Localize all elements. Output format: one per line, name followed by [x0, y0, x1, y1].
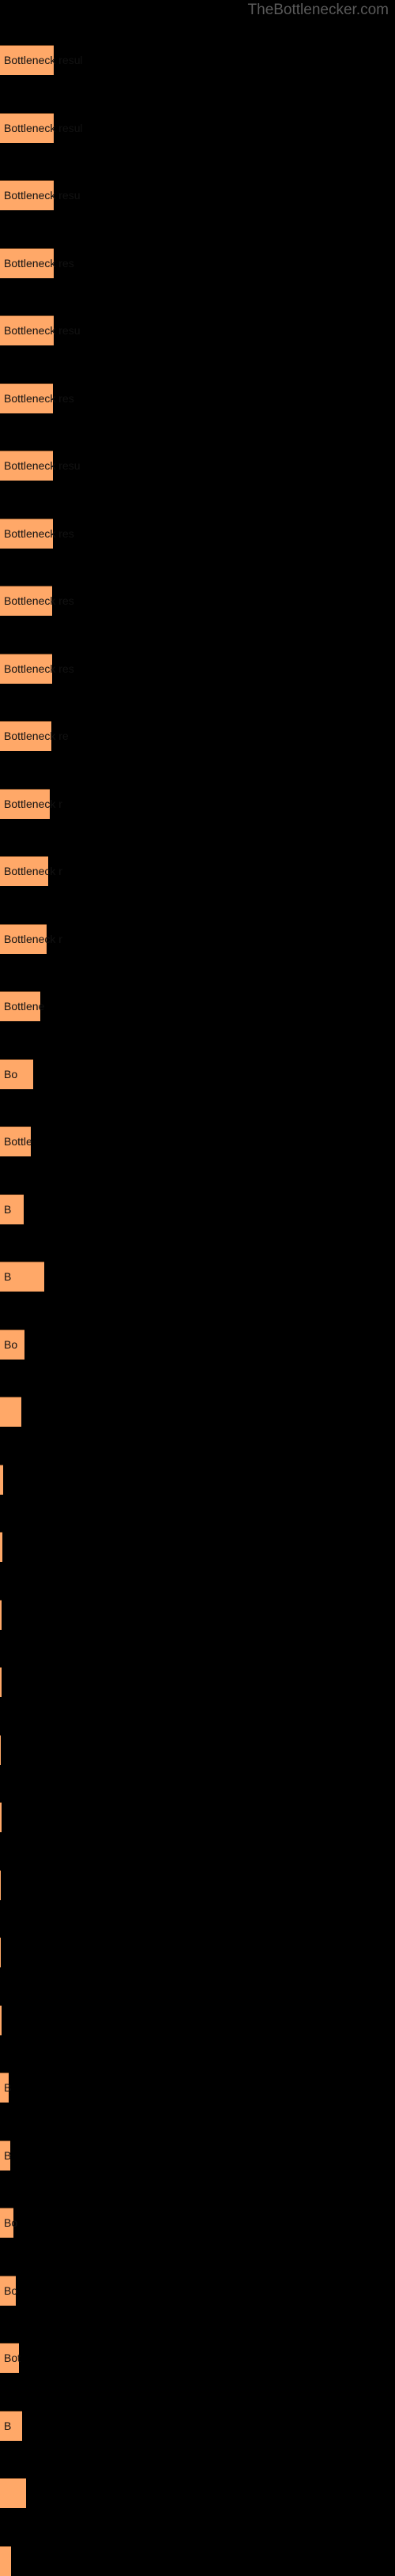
bar — [0, 788, 51, 819]
bar — [0, 1464, 4, 1495]
bar — [0, 1397, 21, 1427]
bar — [0, 1532, 3, 1562]
bar — [0, 586, 53, 616]
bar — [0, 2410, 22, 2441]
bar — [0, 2343, 20, 2373]
bar — [0, 383, 54, 413]
bar — [0, 1667, 2, 1697]
bar — [0, 653, 53, 684]
bar — [0, 1734, 2, 1765]
bar — [0, 1262, 45, 1292]
bar — [0, 2005, 2, 2035]
bar — [0, 1329, 24, 1360]
bar — [0, 991, 40, 1021]
bar — [0, 923, 47, 954]
bar — [0, 721, 52, 751]
bar — [0, 1126, 31, 1156]
bar — [0, 247, 55, 278]
bar — [0, 45, 55, 75]
bar — [0, 1058, 33, 1089]
bar — [0, 1937, 2, 1967]
bar — [0, 1869, 2, 1900]
bottleneck-bar-chart: TheBottlenecker.com Bottleneck resul Bott… — [0, 0, 395, 2576]
bar — [0, 2140, 11, 2171]
bar — [0, 315, 55, 345]
bar — [0, 451, 54, 481]
bar — [0, 518, 54, 549]
bar — [0, 2545, 12, 2576]
plot-area: Bottleneck resul Bottleneck resul Bottlene… — [0, 0, 395, 2576]
bar — [0, 1802, 2, 1832]
bar — [0, 2478, 26, 2508]
bar — [0, 2275, 17, 2306]
bar — [0, 180, 55, 210]
bar — [0, 112, 55, 143]
bar — [0, 2208, 14, 2238]
bar — [0, 1194, 24, 1224]
bar — [0, 856, 49, 886]
bar — [0, 2072, 9, 2103]
bar — [0, 1599, 2, 1630]
